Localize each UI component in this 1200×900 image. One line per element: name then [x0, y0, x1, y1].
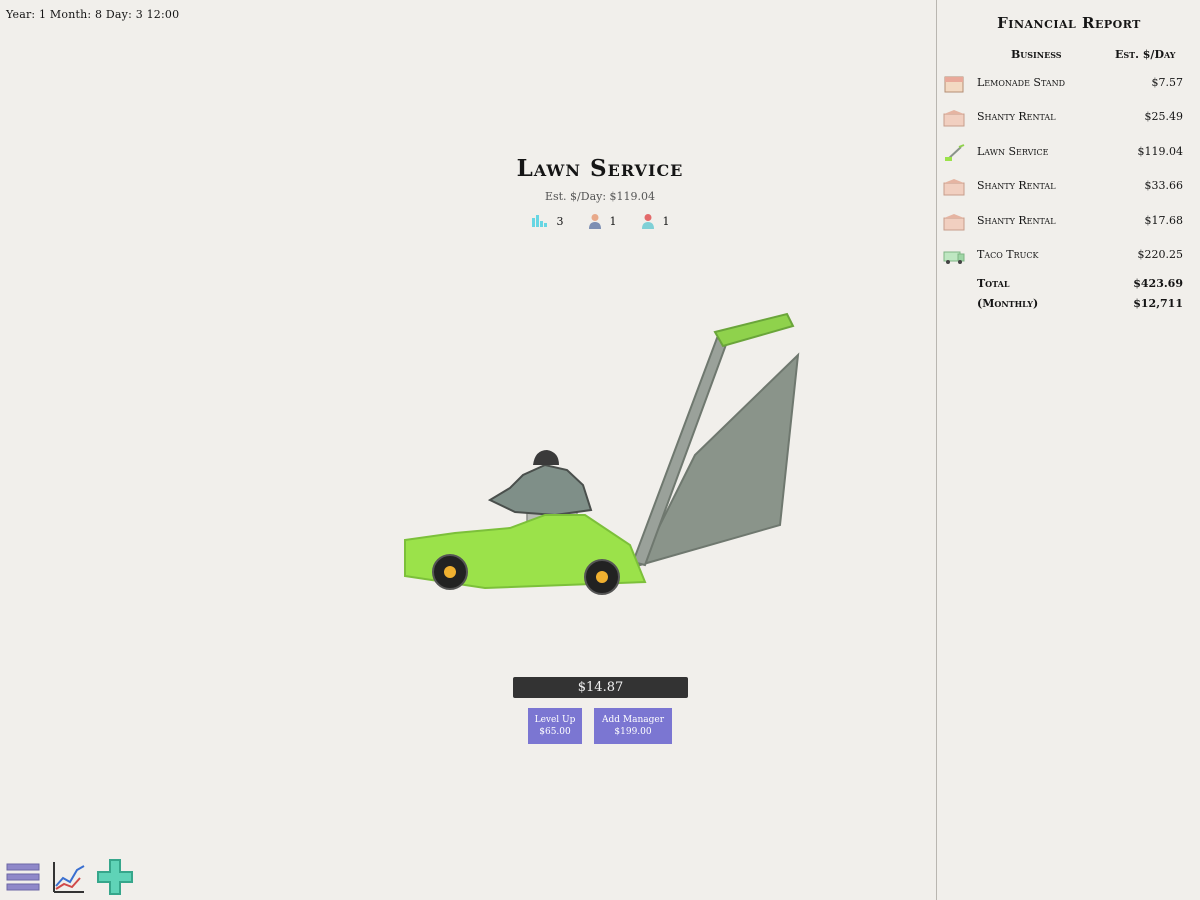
business-title: Lawn Service	[516, 155, 684, 182]
add-manager-button[interactable]: Add Manager $199.00	[594, 708, 672, 744]
report-row[interactable]: Shanty Rental $25.49	[937, 104, 1200, 132]
shanty-icon	[943, 214, 965, 231]
column-est-header: Est. $/Day	[1115, 48, 1176, 61]
row-name: Lawn Service	[977, 145, 1049, 158]
mower-engine	[487, 463, 593, 517]
game-clock: Year: 1 Month: 8 Day: 3 12:00	[6, 8, 180, 21]
shanty-icon	[943, 179, 965, 196]
add-manager-label: Add Manager	[601, 715, 664, 725]
shanty-icon	[943, 110, 965, 127]
manager-count: 1	[609, 214, 617, 228]
row-amount: $17.68	[1144, 214, 1184, 227]
chart-icon[interactable]	[50, 858, 88, 896]
lemonade-stand-icon	[944, 76, 964, 93]
total-label: Total	[977, 277, 1010, 290]
business-panel: Lawn Service Est. $/Day: $119.04 3 1 1	[470, 155, 730, 229]
total-amount: $423.69	[1133, 277, 1183, 290]
worker-icon	[641, 214, 654, 229]
worker-count: 1	[662, 214, 670, 228]
report-row[interactable]: Shanty Rental $17.68	[937, 208, 1200, 236]
business-est-per-day: Est. $/Day: $119.04	[544, 190, 656, 203]
monthly-amount: $12,711	[1133, 297, 1183, 310]
menu-icon[interactable]	[4, 858, 42, 896]
financial-report-panel: Financial Report Business Est. $/Day Lem…	[936, 0, 1200, 900]
row-amount: $7.57	[1151, 76, 1184, 89]
worker-stat: 1	[641, 213, 670, 229]
row-name: Shanty Rental	[977, 110, 1056, 123]
level-count: 3	[556, 214, 564, 228]
add-icon[interactable]	[96, 858, 134, 896]
manager-stat: 1	[588, 213, 617, 229]
row-name: Shanty Rental	[977, 214, 1056, 227]
manager-icon	[588, 214, 601, 229]
lawn-mower-illustration[interactable]	[395, 300, 815, 600]
row-amount: $220.25	[1137, 248, 1184, 261]
lawn-mower-icon	[945, 144, 965, 161]
taco-truck-icon	[943, 251, 965, 264]
report-row[interactable]: Taco Truck $220.25	[937, 242, 1200, 270]
mower-bag	[638, 352, 800, 567]
monthly-label: (Monthly)	[977, 297, 1039, 310]
row-amount: $119.04	[1137, 145, 1184, 158]
row-name: Lemonade Stand	[977, 76, 1066, 89]
level-bars-icon	[531, 215, 547, 227]
level-up-price: $65.00	[539, 727, 571, 737]
report-row[interactable]: Lawn Service $119.04	[937, 139, 1200, 167]
report-row[interactable]: Lemonade Stand $7.57	[937, 70, 1200, 98]
report-title: Financial Report	[997, 14, 1141, 32]
report-row[interactable]: Shanty Rental $33.66	[937, 173, 1200, 201]
row-amount: $25.49	[1144, 110, 1184, 123]
cash-display: $14.87	[513, 677, 688, 698]
add-manager-price: $199.00	[614, 727, 652, 737]
business-stats: 3 1 1	[470, 213, 730, 229]
mower-cap	[533, 450, 559, 465]
row-amount: $33.66	[1144, 179, 1184, 192]
level-up-button[interactable]: Level Up $65.00	[528, 708, 582, 744]
mower-grip	[713, 312, 795, 348]
level-stat: 3	[531, 214, 564, 228]
level-up-label: Level Up	[534, 715, 576, 725]
row-name: Shanty Rental	[977, 179, 1056, 192]
column-business-header: Business	[1011, 48, 1062, 61]
row-name: Taco Truck	[977, 248, 1039, 261]
